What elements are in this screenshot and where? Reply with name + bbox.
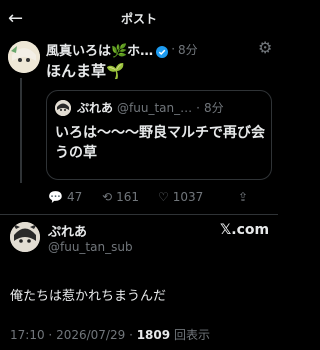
- time-separator: ·: [196, 100, 200, 115]
- quote-header: ぷれあ @fuu_tan_… · 8分: [77, 99, 267, 116]
- quote-handle: @fuu_tan_…: [117, 100, 193, 115]
- repost-button[interactable]: ⟲ 161: [102, 190, 139, 204]
- thread-line: [20, 78, 22, 183]
- repost-count: 161: [116, 190, 139, 204]
- like-count: 1037: [172, 190, 204, 204]
- quote-author-name: ぷれあ: [77, 101, 114, 115]
- repost-icon: ⟲: [102, 190, 113, 204]
- quoted-post[interactable]: ぷれあ @fuu_tan_… · 8分 いろは〜〜〜野良マルチで再び会うの草: [46, 90, 272, 180]
- heart-icon: ♡: [158, 190, 169, 204]
- page-title: ポスト: [120, 12, 157, 26]
- embed-handle[interactable]: @fuu_tan_sub: [48, 240, 133, 254]
- quote-time: 8分: [203, 101, 224, 115]
- like-button[interactable]: ♡ 1037: [158, 190, 203, 204]
- reply-count: 47: [66, 190, 83, 204]
- embed-author-name[interactable]: ぷれあ: [48, 221, 87, 240]
- post-time[interactable]: 8分: [178, 41, 198, 58]
- time-separator: ·: [171, 42, 176, 56]
- share-button[interactable]: ⇪: [238, 190, 248, 204]
- quote-text: いろは〜〜〜野良マルチで再び会うの草: [55, 125, 265, 161]
- view-label: 回表示: [173, 328, 210, 342]
- avatar-purea-small: [55, 100, 71, 116]
- avatar-iroha[interactable]: [8, 41, 40, 73]
- post-time-footer[interactable]: 17:10: [10, 328, 45, 342]
- post-meta: 17:10 · 2026/07/29 · 1809 回表示: [10, 328, 210, 342]
- view-count: 1809: [136, 328, 171, 342]
- gear-icon[interactable]: ⚙: [258, 40, 274, 56]
- divider: [0, 214, 278, 215]
- post-header: 風真いろは🌿ホ… · 8分: [46, 40, 266, 58]
- author-name[interactable]: 風真いろは🌿ホ…: [46, 40, 153, 59]
- post-date-footer[interactable]: 2026/07/29: [56, 328, 125, 342]
- post-text: ほんま草🌱: [46, 62, 125, 80]
- avatar-purea[interactable]: [10, 222, 40, 252]
- reply-button[interactable]: 💬 47: [48, 190, 82, 204]
- reply-icon: 💬: [48, 190, 63, 204]
- embed-text: 俺たちは惹かれちまうんだ: [10, 289, 167, 304]
- verified-icon: [156, 43, 169, 58]
- share-icon: ⇪: [238, 190, 249, 204]
- x-logo-icon[interactable]: 𝕏.com: [220, 222, 269, 238]
- top-bar: ← ポスト: [0, 0, 278, 38]
